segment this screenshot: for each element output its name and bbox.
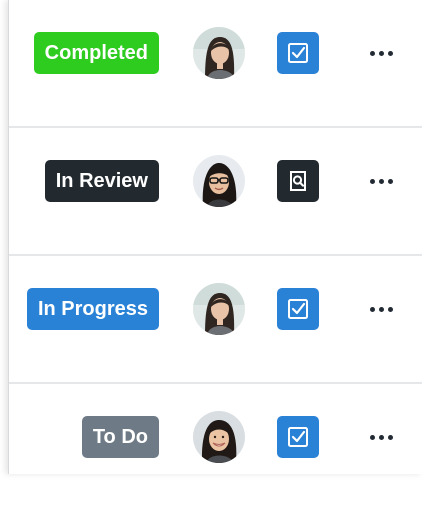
checkbox-check-icon	[288, 427, 308, 447]
assignee-avatar[interactable]	[193, 411, 245, 463]
checkbox-check-button[interactable]	[277, 288, 319, 330]
status-badge-in-review[interactable]: In Review	[44, 160, 159, 202]
assignee-avatar[interactable]	[193, 155, 245, 207]
more-options-button[interactable]	[361, 40, 401, 66]
checkbox-check-button[interactable]	[277, 416, 319, 458]
avatar-woman-long-hair-icon	[193, 27, 245, 79]
more-horizontal-icon	[369, 50, 375, 56]
more-options-button[interactable]	[361, 424, 401, 450]
task-row: In Review	[9, 128, 422, 256]
more-horizontal-icon	[369, 434, 375, 440]
checkbox-check-button[interactable]	[277, 32, 319, 74]
avatar-woman-glasses-icon	[193, 155, 245, 207]
assignee-avatar[interactable]	[193, 27, 245, 79]
document-search-button[interactable]	[277, 160, 319, 202]
task-row: In Progress	[9, 256, 422, 384]
more-options-button[interactable]	[361, 168, 401, 194]
more-options-button[interactable]	[361, 296, 401, 322]
status-badge-completed[interactable]: Completed	[33, 32, 159, 74]
avatar-woman-long-hair-icon	[193, 283, 245, 335]
task-row: Completed	[9, 0, 422, 128]
status-badge-to-do[interactable]: To Do	[81, 416, 159, 458]
more-horizontal-icon	[369, 306, 375, 312]
checkbox-check-icon	[288, 43, 308, 63]
task-status-panel: Completed In Review In Progress To Do	[8, 0, 422, 474]
more-horizontal-icon	[369, 178, 375, 184]
status-badge-in-progress[interactable]: In Progress	[26, 288, 159, 330]
checkbox-check-icon	[288, 299, 308, 319]
avatar-woman-smiling-icon	[193, 411, 245, 463]
task-row: To Do	[9, 384, 422, 512]
assignee-avatar[interactable]	[193, 283, 245, 335]
document-search-icon	[290, 171, 306, 191]
